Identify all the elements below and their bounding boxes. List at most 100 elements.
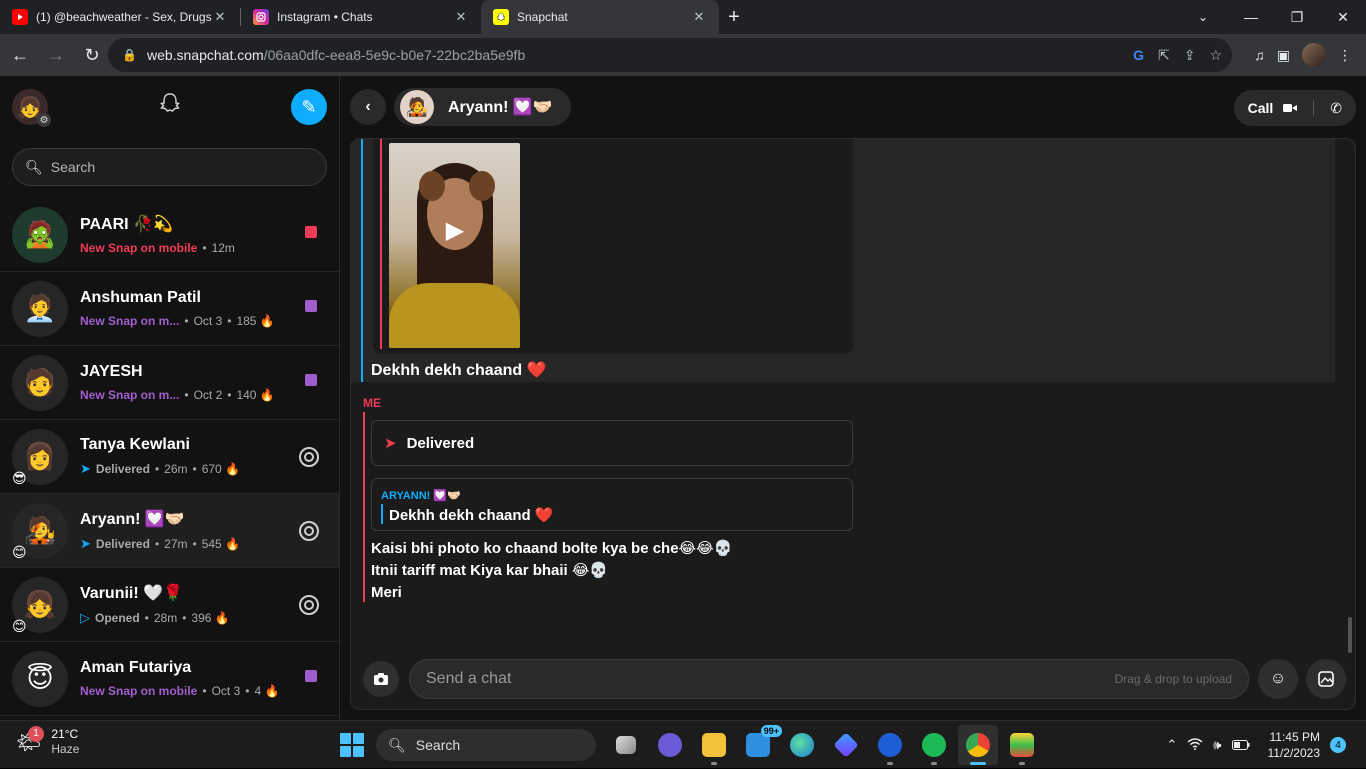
reload-icon[interactable]: ↻: [76, 39, 108, 71]
chat-time: 27m: [164, 537, 188, 551]
friend-name: Aryann! 💟🤝🏻: [448, 99, 553, 116]
divider: [1313, 100, 1315, 116]
streak-count: 396 🔥: [191, 611, 230, 625]
side-panel-icon[interactable]: ▣: [1277, 47, 1290, 64]
chevron-down-icon[interactable]: ⌄: [1188, 0, 1218, 34]
delivered-arrow-icon: ➤: [80, 536, 91, 551]
snapchat-ghost-icon: [157, 91, 183, 124]
sticker-button[interactable]: [1306, 659, 1346, 699]
weather-desc: Haze: [51, 742, 80, 756]
camera-icon[interactable]: [299, 595, 319, 615]
webex-icon[interactable]: [870, 725, 910, 765]
chat-item-aryann[interactable]: 🧑‍🎤 😊 Aryann! 💟🤝🏻 ➤ Delivered • 27m • 545 🔥: [0, 494, 339, 568]
search-icon: 🔍︎: [388, 736, 406, 753]
copilot-icon[interactable]: [826, 725, 866, 765]
maximize-button[interactable]: ❐: [1274, 0, 1320, 34]
new-snap-indicator: [305, 374, 317, 386]
menu-dots-icon[interactable]: ⋮: [1338, 47, 1352, 64]
delivered-label: Delivered: [406, 434, 475, 452]
address-bar[interactable]: 🔒 web.snapchat.com/06aa0dfc-eea8-5e9c-b0…: [108, 38, 1232, 72]
camera-button[interactable]: [363, 661, 399, 697]
chat-item-paari[interactable]: 🧟 PAARI 🥀💫 New Snap on mobile • 12m: [0, 198, 339, 272]
avatar: 🧑: [12, 354, 68, 411]
chat-item-aman[interactable]: 😇 Aman Futariya New Snap on mobile • Oct 3…: [0, 642, 339, 716]
share-icon[interactable]: ⇪: [1184, 47, 1196, 64]
quoted-reply-card[interactable]: ARYANN! 💟🤝🏻 Dekhh dekh chaand ❤️: [371, 478, 853, 531]
friend-snap-message: ▶ Dekhh dekh chaand ❤️: [351, 139, 1335, 382]
edge-icon[interactable]: [782, 725, 822, 765]
notification-badge[interactable]: 4: [1330, 737, 1346, 753]
chat-item-anshuman[interactable]: 🧑‍💼 Anshuman Patil New Snap on m... • Oct …: [0, 272, 339, 346]
reply-bar: [381, 504, 383, 524]
close-icon[interactable]: ✕: [453, 9, 469, 25]
search-placeholder: Search: [50, 159, 96, 175]
new-tab-button[interactable]: +: [719, 0, 749, 34]
avatar: 👧 😊: [12, 576, 68, 634]
tab-instagram[interactable]: Instagram • Chats ✕: [241, 0, 481, 34]
snap-video-thumbnail[interactable]: ▶: [389, 143, 520, 348]
my-avatar[interactable]: 👧 ⚙: [12, 89, 51, 127]
clock[interactable]: 11:45 PM 11/2/2023: [1268, 729, 1321, 761]
search-input[interactable]: 🔍︎ Search: [12, 148, 327, 186]
chat-item-jayesh[interactable]: 🧑 JAYESH New Snap on m... • Oct 2 • 140 🔥: [0, 346, 339, 420]
instagram-icon: [253, 9, 269, 25]
friend-emoji: 😎: [12, 469, 27, 486]
video-call-icon[interactable]: [1283, 100, 1298, 116]
delivered-snap-card[interactable]: ➤ Delivered: [371, 420, 853, 466]
emoji-button[interactable]: ☺: [1258, 659, 1298, 699]
chevron-up-icon[interactable]: ⌃: [1166, 737, 1177, 753]
chat-time: 26m: [164, 462, 188, 476]
phone-icon[interactable]: ✆: [1330, 100, 1342, 117]
camera-icon[interactable]: [299, 447, 319, 467]
taskbar-apps: 99+: [606, 725, 1042, 765]
battery-icon[interactable]: [1231, 738, 1250, 753]
task-view-icon[interactable]: [606, 725, 646, 765]
chat-status: Delivered: [95, 537, 150, 551]
close-window-button[interactable]: ✕: [1320, 0, 1366, 34]
forward-arrow-icon[interactable]: →: [40, 39, 72, 71]
call-button[interactable]: Call: [1248, 100, 1274, 116]
minimize-button[interactable]: —: [1228, 0, 1274, 34]
tab-youtube[interactable]: (1) @beachweather - Sex, Drugs, ✕: [0, 0, 240, 34]
wifi-icon[interactable]: [1187, 737, 1203, 753]
new-chat-button[interactable]: ✎: [291, 89, 327, 125]
chat-app-icon[interactable]: [650, 725, 690, 765]
play-icon[interactable]: ▶: [441, 216, 469, 244]
google-icon[interactable]: G: [1133, 47, 1144, 63]
tab-title: Instagram • Chats: [277, 10, 373, 24]
chrome-icon[interactable]: [958, 725, 998, 765]
taskbar-search[interactable]: 🔍︎ Search: [376, 729, 596, 761]
spotify-icon[interactable]: [914, 725, 954, 765]
mail-icon[interactable]: 99+: [738, 725, 782, 765]
media-control-icon[interactable]: ♫: [1254, 47, 1265, 63]
bluestacks-icon[interactable]: [1002, 725, 1042, 765]
chat-input[interactable]: Send a chat Drag & drop to upload: [409, 659, 1249, 699]
chat-time: Oct 3: [211, 684, 241, 698]
windows-start-icon[interactable]: [340, 733, 364, 757]
call-controls: Call ✆: [1233, 90, 1356, 126]
chat-item-tanya[interactable]: 👩 😎 Tanya Kewlani ➤ Delivered • 26m • 670 🔥: [0, 420, 339, 494]
clock-date: 11/2/2023: [1267, 746, 1321, 760]
chat-name: PAARI 🥀💫: [80, 216, 173, 233]
scrollbar[interactable]: [1348, 617, 1352, 653]
back-arrow-icon[interactable]: ←: [4, 39, 36, 71]
volume-icon[interactable]: 🕪: [1213, 737, 1221, 753]
chat-time: 28m: [153, 611, 178, 625]
chat-item-varunii[interactable]: 👧 😊 Varunii! 🤍🌹 ▷ Opened • 28m • 396 🔥: [0, 568, 339, 642]
snap-bar: [380, 139, 382, 349]
new-snap-indicator: [305, 670, 317, 682]
close-icon[interactable]: ✕: [691, 9, 707, 25]
friend-profile-pill[interactable]: 🧑‍🎤 Aryann! 💟🤝🏻: [394, 88, 571, 126]
back-button[interactable]: ‹: [350, 89, 386, 125]
close-icon[interactable]: ✕: [212, 9, 228, 25]
profile-avatar[interactable]: [1302, 43, 1326, 67]
message-text: Kaisi bhi photo ko chaand bolte kya be c…: [371, 540, 733, 557]
open-external-icon[interactable]: ⇱: [1158, 47, 1170, 64]
bookmark-star-icon[interactable]: ☆: [1209, 47, 1222, 64]
tab-snapchat[interactable]: Snapchat ✕: [481, 0, 719, 34]
weather-widget[interactable]: 🌤 1 21°C Haze: [16, 725, 80, 757]
camera-icon[interactable]: [299, 521, 319, 541]
file-explorer-icon[interactable]: [694, 725, 734, 765]
reply-text: Dekhh dekh chaand ❤️: [389, 507, 554, 524]
chat-status: New Snap on mobile: [80, 241, 198, 255]
